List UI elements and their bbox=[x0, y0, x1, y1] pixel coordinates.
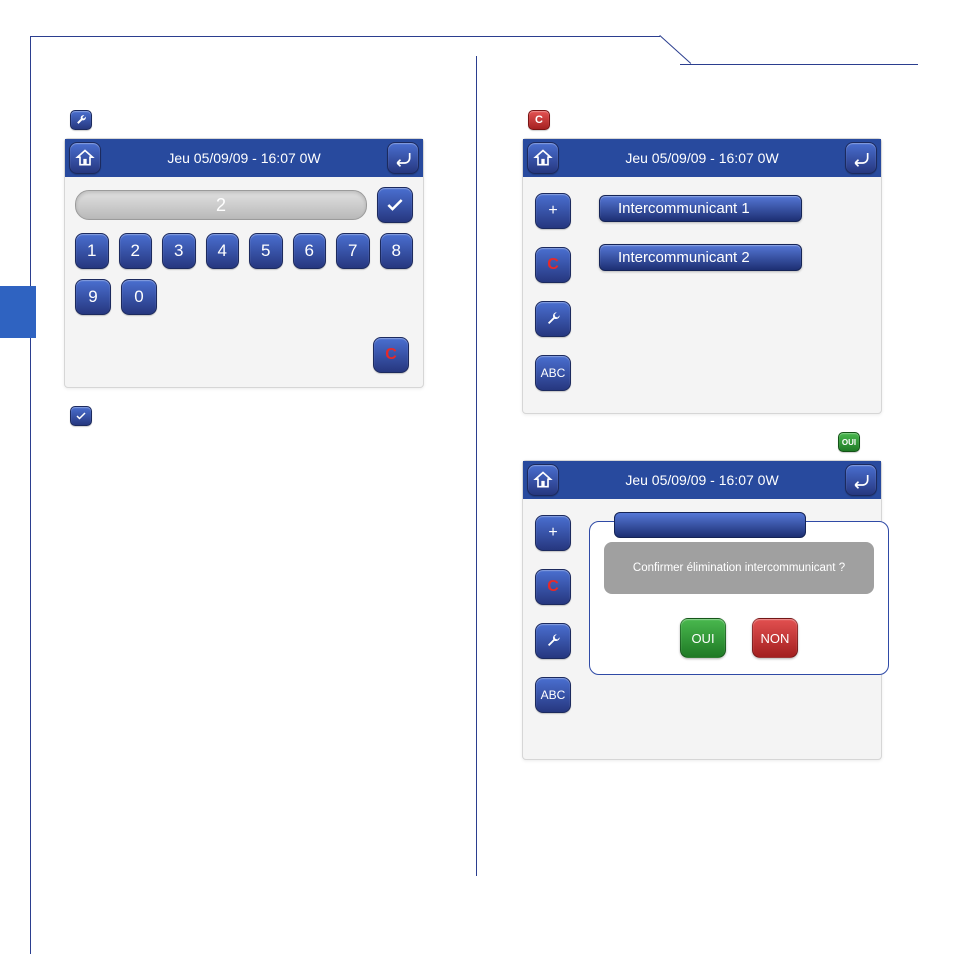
back-icon[interactable] bbox=[845, 142, 877, 174]
delete-button[interactable]: C bbox=[535, 569, 571, 605]
confirm-dialog: Confirmer élimination intercommunicant ?… bbox=[589, 521, 889, 675]
check-icon bbox=[70, 406, 92, 426]
keypad-row-1: 1 2 3 4 5 6 7 8 bbox=[75, 233, 413, 269]
page-frame-left bbox=[30, 36, 31, 954]
abc-button[interactable]: ABC bbox=[535, 677, 571, 713]
left-step-2 bbox=[70, 406, 434, 426]
digit-5[interactable]: 5 bbox=[249, 233, 283, 269]
tools-button[interactable] bbox=[535, 623, 571, 659]
titlebar: Jeu 05/09/09 - 16:07 0W bbox=[65, 139, 423, 177]
intercom-item-1[interactable]: Intercommunicant 1 bbox=[599, 195, 802, 222]
keypad-row-2: 9 0 bbox=[75, 279, 413, 315]
back-icon[interactable] bbox=[845, 464, 877, 496]
back-icon[interactable] bbox=[387, 142, 419, 174]
wrench-icon bbox=[70, 110, 92, 130]
digit-3[interactable]: 3 bbox=[162, 233, 196, 269]
titlebar-text: Jeu 05/09/09 - 16:07 0W bbox=[559, 150, 845, 166]
titlebar-text: Jeu 05/09/09 - 16:07 0W bbox=[559, 472, 845, 488]
right-step-1: C bbox=[528, 110, 902, 130]
add-button[interactable]: + bbox=[535, 515, 571, 551]
home-icon[interactable] bbox=[527, 464, 559, 496]
screen-confirm-delete: Jeu 05/09/09 - 16:07 0W + C ABC Confirme… bbox=[522, 460, 882, 760]
dialog-title-ghost bbox=[614, 512, 806, 538]
right-step-2: OUI bbox=[528, 432, 860, 452]
add-button[interactable]: + bbox=[535, 193, 571, 229]
digit-4[interactable]: 4 bbox=[206, 233, 240, 269]
screen-intercom-list: Jeu 05/09/09 - 16:07 0W + C ABC Intercom… bbox=[522, 138, 882, 414]
column-divider bbox=[476, 56, 477, 876]
confirm-yes-button[interactable]: OUI bbox=[680, 618, 726, 658]
titlebar: Jeu 05/09/09 - 16:07 0W bbox=[523, 139, 881, 177]
home-icon[interactable] bbox=[527, 142, 559, 174]
digit-8[interactable]: 8 bbox=[380, 233, 414, 269]
titlebar-text: Jeu 05/09/09 - 16:07 0W bbox=[101, 150, 387, 166]
page-frame-top bbox=[30, 36, 918, 66]
left-step-1 bbox=[70, 110, 434, 130]
titlebar: Jeu 05/09/09 - 16:07 0W bbox=[523, 461, 881, 499]
delete-c-icon: C bbox=[528, 110, 550, 130]
digit-2[interactable]: 2 bbox=[119, 233, 153, 269]
clear-button[interactable]: C bbox=[373, 337, 409, 373]
digit-9[interactable]: 9 bbox=[75, 279, 111, 315]
digit-7[interactable]: 7 bbox=[336, 233, 370, 269]
delete-button[interactable]: C bbox=[535, 247, 571, 283]
home-icon[interactable] bbox=[69, 142, 101, 174]
digit-1[interactable]: 1 bbox=[75, 233, 109, 269]
confirm-message: Confirmer élimination intercommunicant ? bbox=[604, 542, 874, 594]
screen-keypad: Jeu 05/09/09 - 16:07 0W 2 1 2 3 4 5 6 7 … bbox=[64, 138, 424, 388]
confirm-no-button[interactable]: NON bbox=[752, 618, 798, 658]
side-tab bbox=[0, 286, 36, 338]
numeric-input[interactable]: 2 bbox=[75, 190, 367, 220]
tools-button[interactable] bbox=[535, 301, 571, 337]
intercom-item-2[interactable]: Intercommunicant 2 bbox=[599, 244, 802, 271]
oui-chip-icon: OUI bbox=[838, 432, 860, 452]
digit-0[interactable]: 0 bbox=[121, 279, 157, 315]
abc-button[interactable]: ABC bbox=[535, 355, 571, 391]
confirm-check-button[interactable] bbox=[377, 187, 413, 223]
digit-6[interactable]: 6 bbox=[293, 233, 327, 269]
